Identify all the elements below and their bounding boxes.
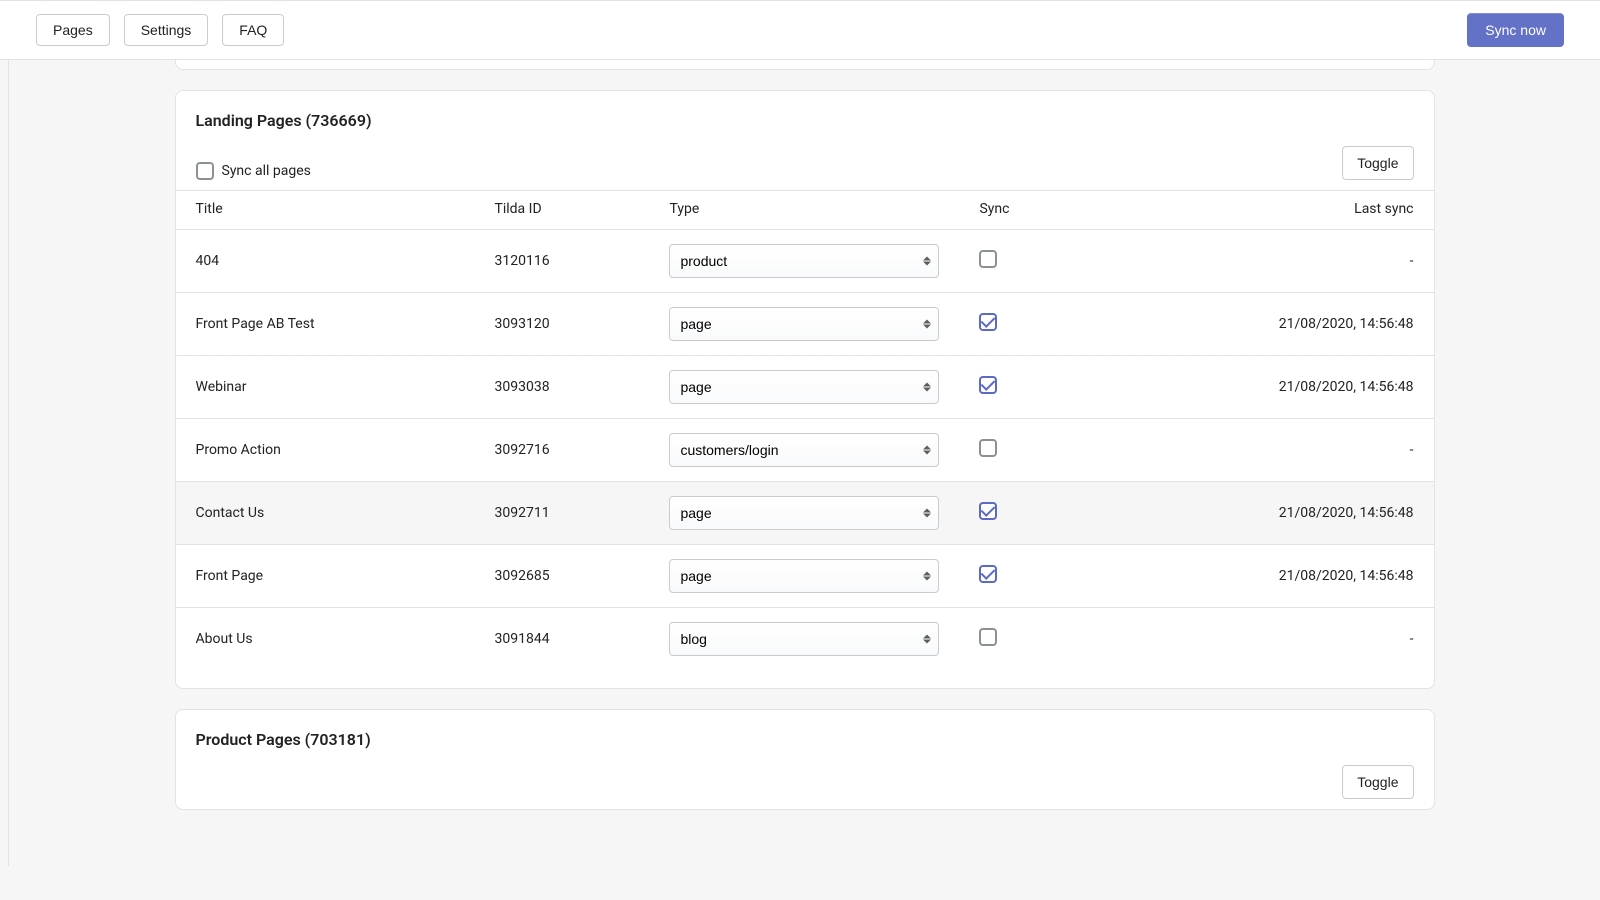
row-tilda-id: 3092711 bbox=[474, 482, 649, 545]
row-tilda-id: 3092685 bbox=[474, 545, 649, 608]
row-sync-cell bbox=[959, 356, 1134, 419]
table-row: Webinar3093038 productpagecustomers/login… bbox=[176, 356, 1434, 419]
row-sync-cell bbox=[959, 419, 1134, 482]
row-last-sync: 21/08/2020, 14:56:48 bbox=[1134, 293, 1433, 356]
section-card: Product Pages (703181) Toggle bbox=[175, 709, 1435, 810]
type-select[interactable]: productpagecustomers/loginblog bbox=[669, 244, 939, 278]
sync-all-label: Sync all pages bbox=[222, 163, 311, 179]
column-header-title: Title bbox=[176, 191, 475, 230]
row-sync-checkbox[interactable] bbox=[979, 376, 997, 394]
column-header-last: Last sync bbox=[1134, 191, 1433, 230]
row-type-cell: productpagecustomers/loginblog bbox=[649, 482, 959, 545]
row-title: About Us bbox=[176, 608, 475, 671]
table-row: Promo Action3092716 productpagecustomers/… bbox=[176, 419, 1434, 482]
row-type-cell: productpagecustomers/loginblog bbox=[649, 293, 959, 356]
type-select[interactable]: productpagecustomers/loginblog bbox=[669, 559, 939, 593]
row-last-sync: - bbox=[1134, 608, 1433, 671]
row-sync-cell bbox=[959, 293, 1134, 356]
type-select[interactable]: productpagecustomers/loginblog bbox=[669, 496, 939, 530]
faq-tab[interactable]: FAQ bbox=[222, 14, 284, 46]
row-last-sync: - bbox=[1134, 230, 1433, 293]
table-row: 4043120116 productpagecustomers/loginblog… bbox=[176, 230, 1434, 293]
row-title: Front Page AB Test bbox=[176, 293, 475, 356]
row-last-sync: 21/08/2020, 14:56:48 bbox=[1134, 545, 1433, 608]
row-sync-cell bbox=[959, 545, 1134, 608]
section-title: Product Pages (703181) bbox=[176, 710, 1434, 759]
type-select[interactable]: productpagecustomers/loginblog bbox=[669, 433, 939, 467]
row-type-cell: productpagecustomers/loginblog bbox=[649, 356, 959, 419]
row-tilda-id: 3093120 bbox=[474, 293, 649, 356]
row-sync-checkbox[interactable] bbox=[979, 502, 997, 520]
type-select[interactable]: productpagecustomers/loginblog bbox=[669, 622, 939, 656]
column-header-type: Type bbox=[649, 191, 959, 230]
row-tilda-id: 3092716 bbox=[474, 419, 649, 482]
row-type-cell: productpagecustomers/loginblog bbox=[649, 545, 959, 608]
row-last-sync: 21/08/2020, 14:56:48 bbox=[1134, 482, 1433, 545]
row-title: Contact Us bbox=[176, 482, 475, 545]
previous-card-edge bbox=[175, 60, 1435, 70]
toggle-button[interactable]: Toggle bbox=[1342, 765, 1413, 799]
row-tilda-id: 3120116 bbox=[474, 230, 649, 293]
section-card: Landing Pages (736669) Sync all pages Togg… bbox=[175, 90, 1435, 689]
row-sync-checkbox[interactable] bbox=[979, 250, 997, 268]
row-last-sync: - bbox=[1134, 419, 1433, 482]
nav-tabs: Pages Settings FAQ bbox=[36, 14, 284, 46]
settings-tab[interactable]: Settings bbox=[124, 14, 209, 46]
table-row: Contact Us3092711 productpagecustomers/lo… bbox=[176, 482, 1434, 545]
row-sync-cell bbox=[959, 230, 1134, 293]
row-last-sync: 21/08/2020, 14:56:48 bbox=[1134, 356, 1433, 419]
section-controls: Sync all pages Toggle bbox=[176, 140, 1434, 190]
row-sync-cell bbox=[959, 608, 1134, 671]
row-tilda-id: 3091844 bbox=[474, 608, 649, 671]
section-controls: Toggle bbox=[176, 759, 1434, 809]
section-title: Landing Pages (736669) bbox=[176, 91, 1434, 140]
type-select[interactable]: productpagecustomers/loginblog bbox=[669, 307, 939, 341]
row-title: 404 bbox=[176, 230, 475, 293]
toggle-button[interactable]: Toggle bbox=[1342, 146, 1413, 180]
row-title: Front Page bbox=[176, 545, 475, 608]
table-row: About Us3091844 productpagecustomers/logi… bbox=[176, 608, 1434, 671]
row-type-cell: productpagecustomers/loginblog bbox=[649, 419, 959, 482]
table-row: Front Page3092685 productpagecustomers/lo… bbox=[176, 545, 1434, 608]
row-type-cell: productpagecustomers/loginblog bbox=[649, 608, 959, 671]
row-type-cell: productpagecustomers/loginblog bbox=[649, 230, 959, 293]
column-header-tilda: Tilda ID bbox=[474, 191, 649, 230]
type-select[interactable]: productpagecustomers/loginblog bbox=[669, 370, 939, 404]
sync-now-button[interactable]: Sync now bbox=[1467, 13, 1564, 47]
row-tilda-id: 3093038 bbox=[474, 356, 649, 419]
row-title: Promo Action bbox=[176, 419, 475, 482]
column-header-sync: Sync bbox=[959, 191, 1134, 230]
row-title: Webinar bbox=[176, 356, 475, 419]
row-sync-checkbox[interactable] bbox=[979, 628, 997, 646]
row-sync-checkbox[interactable] bbox=[979, 439, 997, 457]
content: Landing Pages (736669) Sync all pages Togg… bbox=[8, 60, 1600, 866]
pages-tab[interactable]: Pages bbox=[36, 14, 110, 46]
table-row: Front Page AB Test3093120 productpagecust… bbox=[176, 293, 1434, 356]
row-sync-cell bbox=[959, 482, 1134, 545]
app-bar: Pages Settings FAQ Sync now bbox=[0, 0, 1600, 60]
pages-table: TitleTilda IDTypeSyncLast sync4043120116… bbox=[176, 190, 1434, 670]
sync-all-checkbox[interactable] bbox=[196, 162, 214, 180]
row-sync-checkbox[interactable] bbox=[979, 565, 997, 583]
row-sync-checkbox[interactable] bbox=[979, 313, 997, 331]
